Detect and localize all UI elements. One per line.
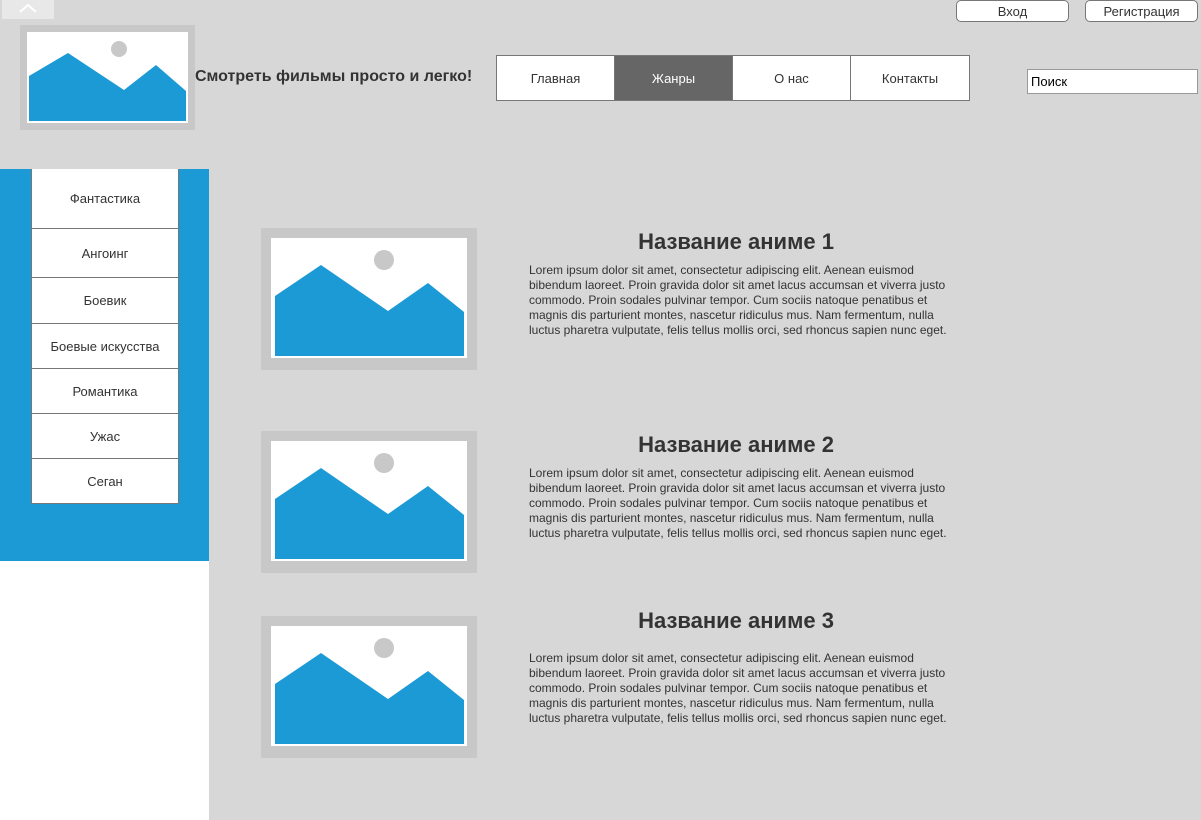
anime-thumbnail[interactable] [261, 616, 477, 758]
anime-description: Lorem ipsum dolor sit amet, consectetur … [529, 263, 947, 337]
genre-item[interactable]: Романтика [32, 369, 178, 414]
genre-menu: Фантастика Ангоинг Боевик Боевые искусства Р… [31, 169, 179, 504]
genre-item[interactable]: Боевые искусства [32, 324, 178, 369]
chevron-up-icon [19, 3, 37, 13]
anime-title[interactable]: Название аниме 2 [526, 432, 946, 458]
genre-item[interactable]: Ужас [32, 414, 178, 459]
genre-item[interactable]: Боевик [32, 278, 178, 324]
nav-item-1[interactable]: Главная [497, 56, 615, 100]
anime-thumbnail[interactable] [261, 228, 477, 370]
search-input[interactable] [1027, 69, 1198, 94]
main-nav: Главная Жанры О нас Контакты [496, 55, 970, 101]
nav-item-4[interactable]: Контакты [851, 56, 969, 100]
image-placeholder-icon [275, 250, 464, 356]
image-placeholder-icon [275, 638, 464, 744]
nav-item-3[interactable]: О нас [733, 56, 851, 100]
image-placeholder-icon [29, 41, 186, 121]
anime-title[interactable]: Название аниме 3 [526, 608, 946, 634]
anime-description: Lorem ipsum dolor sit amet, consectetur … [529, 651, 947, 725]
nav-item-2[interactable]: Жанры [615, 56, 733, 100]
site-tagline: Смотреть фильмы просто и легко! [195, 68, 473, 85]
genre-item[interactable]: Ангоинг [32, 229, 178, 278]
genre-item[interactable]: Фантастика [32, 169, 178, 229]
anime-description: Lorem ipsum dolor sit amet, consectetur … [529, 466, 947, 540]
collapse-toggle[interactable] [2, 0, 54, 19]
register-button[interactable]: Регистрация [1085, 0, 1198, 22]
anime-title[interactable]: Название аниме 1 [526, 229, 946, 255]
login-button[interactable]: Вход [956, 0, 1069, 22]
anime-thumbnail[interactable] [261, 431, 477, 573]
site-logo[interactable] [20, 25, 195, 130]
image-placeholder-icon [275, 453, 464, 559]
sidebar-footer-area [0, 561, 209, 820]
genre-item[interactable]: Сеган [32, 459, 178, 503]
